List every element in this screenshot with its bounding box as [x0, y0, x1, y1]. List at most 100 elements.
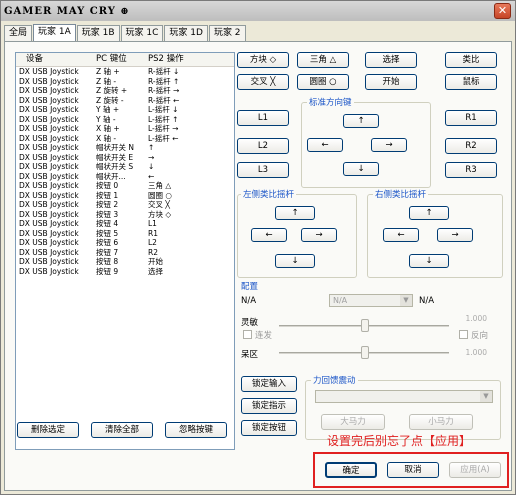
list-item[interactable]: DX USB Joystick Z 轴 - R-摇杆 ↑: [16, 77, 234, 87]
cell-device: DX USB Joystick: [19, 105, 79, 114]
tab-player-2[interactable]: 玩家 2: [208, 25, 246, 41]
mapping-list[interactable]: 设备 PC 键位 PS2 操作 DX USB Joystick Z 轴 + R-摇杆…: [15, 52, 235, 450]
r1-button[interactable]: R1: [445, 110, 497, 126]
dpad-right-button[interactable]: →: [371, 138, 407, 152]
cell-pc-key: X 轴 -: [96, 133, 117, 143]
cell-ps2-action: 三角 △: [148, 181, 172, 190]
tab-global[interactable]: 全局: [4, 25, 33, 41]
config-select[interactable]: N/A ▼: [329, 294, 413, 307]
list-item[interactable]: DX USB Joystick 按钮 1 圆圈 ○: [16, 191, 234, 201]
r2-button[interactable]: R2: [445, 138, 497, 154]
dpad-up-button[interactable]: ↑: [343, 114, 379, 128]
ok-button[interactable]: 确定: [325, 462, 377, 478]
cell-ps2-action: R-摇杆 ↑: [148, 76, 180, 86]
header-pc-key[interactable]: PC 键位: [96, 53, 148, 66]
list-item[interactable]: DX USB Joystick 帽状开关 S ↓: [16, 162, 234, 172]
left-stick-left-button[interactable]: ←: [251, 228, 287, 242]
cell-pc-key: 按钮 5: [96, 228, 119, 238]
left-stick-up-button[interactable]: ↑: [275, 206, 315, 220]
cell-ps2-action: ↑: [148, 143, 155, 152]
force-feedback-select[interactable]: ▼: [315, 390, 493, 403]
l1-button[interactable]: L1: [237, 110, 289, 126]
cell-ps2-action: L-摇杆 ↓: [148, 105, 179, 114]
list-item[interactable]: DX USB Joystick 按钮 4 L1: [16, 219, 234, 229]
cancel-button[interactable]: 取消: [387, 462, 439, 478]
tab-player-1c[interactable]: 玩家 1C: [120, 25, 164, 41]
cell-pc-key: 按钮 3: [96, 209, 119, 219]
deadzone-slider-thumb[interactable]: [361, 346, 369, 359]
list-item[interactable]: DX USB Joystick 按钮 7 R2: [16, 248, 234, 258]
dpad-left-button[interactable]: ←: [307, 138, 343, 152]
dpad-down-button[interactable]: ↓: [343, 162, 379, 176]
ignore-keys-button[interactable]: 忽略按键: [165, 422, 227, 438]
list-item[interactable]: DX USB Joystick 按钮 9 选择: [16, 267, 234, 277]
cell-device: DX USB Joystick: [19, 133, 79, 143]
settings-window: GAMER MAY CRY ⊕ ✕ 全局 玩家 1A 玩家 1B 玩家 1C 玩…: [0, 0, 516, 495]
list-item[interactable]: DX USB Joystick X 轴 + L-摇杆 →: [16, 124, 234, 134]
small-motor-button[interactable]: 小马力: [409, 414, 473, 430]
list-item[interactable]: DX USB Joystick Z 旋转 + R-摇杆 →: [16, 86, 234, 96]
right-stick-down-button[interactable]: ↓: [409, 254, 449, 268]
header-ps2-action[interactable]: PS2 操作: [148, 53, 228, 66]
left-stick-down-button[interactable]: ↓: [275, 254, 315, 268]
tab-player-1b[interactable]: 玩家 1B: [76, 25, 120, 41]
list-item[interactable]: DX USB Joystick Z 轴 + R-摇杆 ↓: [16, 67, 234, 77]
list-item[interactable]: DX USB Joystick X 轴 - L-摇杆 ←: [16, 134, 234, 144]
cross-button[interactable]: 交叉 ╳: [237, 74, 289, 90]
mouse-button[interactable]: 鼠标: [445, 74, 497, 90]
right-stick-up-button[interactable]: ↑: [409, 206, 449, 220]
delete-selected-button[interactable]: 删除选定: [17, 422, 79, 438]
select-button[interactable]: 选择: [365, 52, 417, 68]
list-item[interactable]: DX USB Joystick Y 轴 - L-摇杆 ↑: [16, 115, 234, 125]
r3-button[interactable]: R3: [445, 162, 497, 178]
left-stick-right-button[interactable]: →: [301, 228, 337, 242]
cell-device: DX USB Joystick: [19, 67, 79, 76]
list-item[interactable]: DX USB Joystick Y 轴 + L-摇杆 ↓: [16, 105, 234, 115]
cell-pc-key: Z 旋转 -: [96, 95, 124, 105]
list-item[interactable]: DX USB Joystick 按钮 6 L2: [16, 238, 234, 248]
right-stick-right-button[interactable]: →: [437, 228, 473, 242]
config-right-value: N/A: [419, 296, 435, 306]
sensitivity-slider-thumb[interactable]: [361, 319, 369, 332]
apply-button[interactable]: 应用(A): [449, 462, 501, 478]
deadzone-label: 呆区: [241, 350, 259, 360]
square-button[interactable]: 方块 ◇: [237, 52, 289, 68]
list-item[interactable]: DX USB Joystick 按钮 5 R1: [16, 229, 234, 239]
cell-ps2-action: 圆圈 ○: [148, 190, 172, 200]
l2-button[interactable]: L2: [237, 138, 289, 154]
right-stick-left-button[interactable]: ←: [383, 228, 419, 242]
tab-player-1a[interactable]: 玩家 1A: [33, 24, 76, 41]
cell-device: DX USB Joystick: [19, 143, 79, 152]
cell-pc-key: 按钮 7: [96, 247, 119, 257]
analog-button[interactable]: 类比: [445, 52, 497, 68]
list-item[interactable]: DX USB Joystick 按钮 0 三角 △: [16, 181, 234, 191]
cell-pc-key: Y 轴 +: [96, 105, 120, 114]
list-item[interactable]: DX USB Joystick Z 旋转 - R-摇杆 ←: [16, 96, 234, 106]
lock-buttons-button[interactable]: 锁定按钮: [241, 420, 297, 436]
list-item[interactable]: DX USB Joystick 按钮 2 交叉 ╳: [16, 200, 234, 210]
close-button[interactable]: ✕: [494, 3, 511, 19]
cell-device: DX USB Joystick: [19, 181, 79, 190]
cell-pc-key: 帽状开关 N: [96, 143, 134, 152]
list-item[interactable]: DX USB Joystick 按钮 8 开始: [16, 257, 234, 267]
list-item[interactable]: DX USB Joystick 帽状开关 N ↑: [16, 143, 234, 153]
triangle-button[interactable]: 三角 △: [297, 52, 349, 68]
deadzone-value: 1.000: [465, 348, 487, 357]
lock-direction-button[interactable]: 锁定指示: [241, 398, 297, 414]
list-item[interactable]: DX USB Joystick 帽状开关 E →: [16, 153, 234, 163]
circle-button[interactable]: 圆圈 ○: [297, 74, 349, 90]
clear-all-button[interactable]: 清除全部: [91, 422, 153, 438]
list-item[interactable]: DX USB Joystick 按钮 3 方块 ◇: [16, 210, 234, 220]
tab-player-1d[interactable]: 玩家 1D: [164, 25, 208, 41]
l3-button[interactable]: L3: [237, 162, 289, 178]
cell-ps2-action: R-摇杆 →: [148, 86, 180, 95]
list-item[interactable]: DX USB Joystick 帽状开... ←: [16, 172, 234, 182]
lock-input-button[interactable]: 锁定输入: [241, 376, 297, 392]
reverse-checkbox[interactable]: [459, 330, 468, 339]
big-motor-button[interactable]: 大马力: [321, 414, 385, 430]
start-button[interactable]: 开始: [365, 74, 417, 90]
apply-reminder-annotation: 设置完后别忘了点【应用】: [327, 434, 472, 448]
left-stick-label: 左侧类比摇杆: [241, 188, 297, 200]
header-device[interactable]: 设备: [16, 53, 96, 66]
link-checkbox[interactable]: [243, 330, 252, 339]
